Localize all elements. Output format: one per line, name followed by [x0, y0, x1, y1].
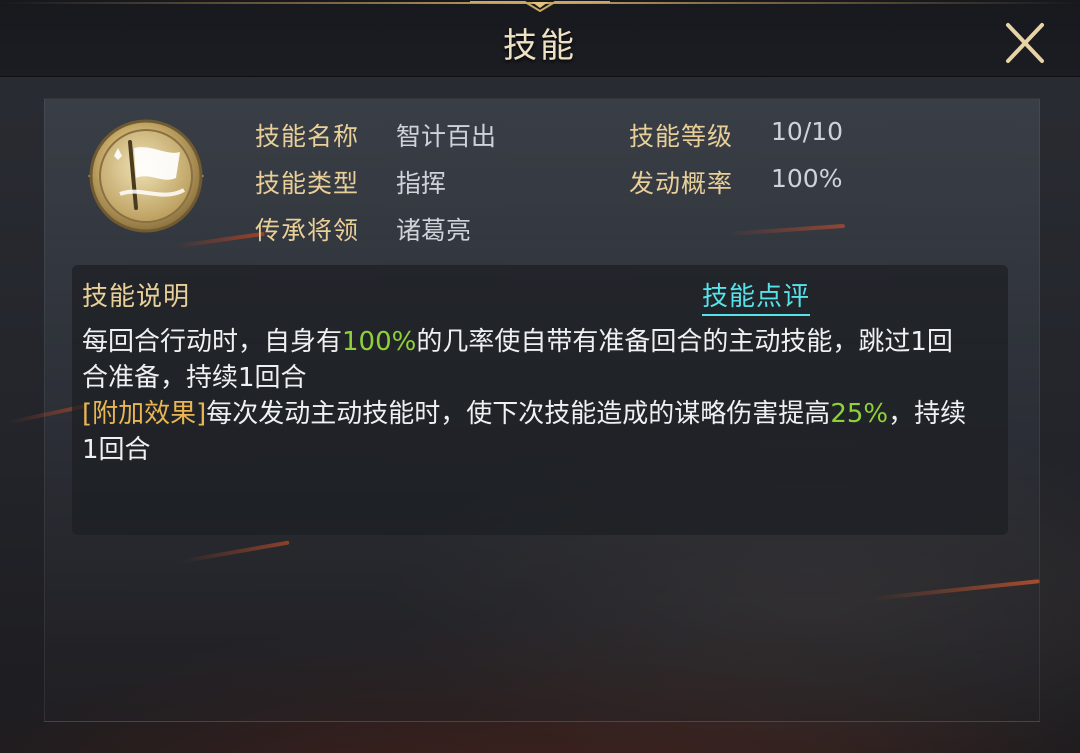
inherit-general-label: 传承将领 [255, 216, 360, 245]
header-ornament [470, 0, 610, 12]
close-button[interactable] [1000, 20, 1050, 66]
skill-type-label: 技能类型 [255, 169, 360, 198]
close-icon[interactable] [1000, 20, 1050, 66]
skill-level-label: 技能等级 [629, 122, 734, 151]
skill-name-label: 技能名称 [255, 122, 360, 151]
page-title: 技能 [503, 26, 577, 66]
damage-bonus-highlight: 25% [830, 399, 889, 429]
extra-effect-tag: [附加效果] [82, 399, 207, 429]
description-line1-pre: 每回合行动时，自身有 [82, 327, 343, 357]
trigger-rate-label: 发动概率 [629, 169, 734, 198]
inherit-general-value: 诸葛亮 [396, 216, 472, 245]
skill-review-link[interactable]: 技能点评 [702, 276, 811, 316]
skill-name-value: 智计百出 [396, 122, 497, 151]
header-bar: 技能 [0, 0, 1080, 77]
description-text: 每回合行动时，自身有100%的几率使自带有准备回合的主动技能，跳过1回合准备，持… [82, 324, 974, 468]
description-line2-pre: 每次发动主动技能时，使下次技能造成的谋略伤害提高 [206, 399, 831, 429]
flag-emblem-icon [88, 119, 204, 233]
skill-type-value: 指挥 [396, 169, 447, 198]
trigger-chance-highlight: 100% [342, 327, 417, 357]
description-title: 技能说明 [82, 282, 191, 312]
trigger-rate-value: 100% [771, 164, 843, 193]
skill-level-value: 10/10 [771, 117, 844, 146]
